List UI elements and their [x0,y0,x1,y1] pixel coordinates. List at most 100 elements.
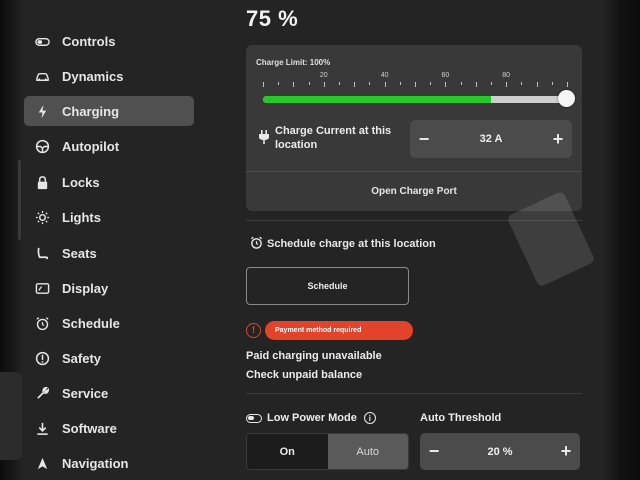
decrease-threshold-button[interactable]: − [420,433,448,470]
charge-current-label: Charge Current at this location [275,125,392,151]
low-power-mode-heading: Low Power Mode i [246,412,376,424]
seat-icon [34,245,50,261]
charge-current-stepper: − 32 A + [410,120,572,158]
sidebar-item-label: Navigation [62,455,129,471]
charge-limit-handle[interactable] [558,90,575,107]
sidebar-item-label: Software [62,420,117,436]
schedule-heading-text: Schedule charge at this location [267,238,436,250]
slider-tick-mark [475,82,477,87]
display-icon [34,280,50,296]
slider-tick-mark [384,82,386,87]
sidebar-item-label: Lights [62,209,101,225]
alert-icon: ! [246,323,261,338]
sidebar-item-autopilot[interactable]: Autopilot [24,131,194,161]
steering-wheel-icon [34,138,50,154]
slider-tick-mark [521,82,523,85]
navigation-arrow-icon [34,455,50,471]
sidebar-item-service[interactable]: Service [24,378,194,408]
slider-tick-mark [354,82,356,87]
slider-tick-mark [369,82,371,85]
slider-tick-mark [339,82,340,85]
charging-card: Charge Limit: 100% 20 40 60 80 Charge Curre… [246,45,582,211]
slider-tick-label: 40 [380,72,389,79]
sidebar-item-label: Charging [62,103,120,119]
plug-icon [258,130,270,144]
sidebar-item-schedule[interactable]: Schedule [24,308,194,338]
battery-percent: 75 % [246,6,299,31]
sidebar-item-label: Controls [62,33,116,49]
sidebar-item-label: Safety [62,350,102,366]
slider-tick-mark [323,82,325,87]
sidebar-item-seats[interactable]: Seats [24,238,194,268]
sidebar-item-dynamics[interactable]: Dynamics [24,61,194,91]
payment-required-badge[interactable]: Payment method required [265,321,413,340]
slider-tick-mark [445,82,447,87]
sidebar-item-label: Service [62,385,109,401]
low-power-mode-selector: On Auto [246,433,409,470]
sidebar-item-label: Seats [62,245,97,261]
auto-threshold-value: 20 % [487,445,513,458]
alert-circle-icon [34,350,50,366]
alarm-clock-icon [34,315,50,331]
section-divider [246,393,582,394]
sun-icon [34,209,50,225]
schedule-button[interactable]: Schedule [246,267,409,305]
low-power-auto-option[interactable]: Auto [327,434,408,469]
slider-tick-mark [551,82,553,85]
lightning-icon [34,103,50,119]
sidebar-item-label: Dynamics [62,68,124,84]
auto-threshold-stepper: − 20 % + [420,433,580,470]
sidebar-item-navigation[interactable]: Navigation [24,448,194,478]
low-power-mode-label: Low Power Mode [267,412,357,424]
charge-limit-slider[interactable] [263,96,567,103]
sidebar-item-lights[interactable]: Lights [24,202,194,232]
slider-tick-label: 20 [319,72,328,79]
lock-icon [34,174,50,190]
decrease-current-button[interactable]: − [410,120,438,158]
scroll-indicator [18,160,21,240]
toggle-icon [246,413,262,423]
sidebar-item-label: Display [62,280,109,296]
download-icon [34,420,50,436]
low-power-on-option[interactable]: On [247,434,328,469]
schedule-heading: Schedule charge at this location [250,236,436,252]
charge-current-value: 32 A [479,133,503,145]
slider-tick-mark [567,82,568,87]
slider-tick-mark [263,82,264,87]
auto-threshold-label: Auto Threshold [420,412,502,424]
wrench-icon [34,385,50,401]
toggle-icon [34,33,50,49]
slider-tick-mark [293,82,295,87]
sidebar-item-locks[interactable]: Locks [24,167,194,197]
sidebar-item-label: Locks [62,174,100,190]
charge-level-fill [263,96,491,103]
slider-tick-mark [399,82,401,85]
slider-tick-mark [278,82,280,85]
increase-current-button[interactable]: + [544,120,572,158]
increase-threshold-button[interactable]: + [552,433,580,470]
charge-limit-label: Charge Limit: 100% [256,58,331,67]
sidebar-item-label: Autopilot [62,138,120,154]
paid-charging-status: Paid charging unavailable [246,350,382,362]
slider-tick-label: 60 [441,72,450,79]
slider-tick-mark [491,82,492,85]
slider-tick-label: 80 [502,72,511,79]
car-icon [34,68,50,84]
sidebar-item-label: Schedule [62,315,120,331]
sidebar-item-display[interactable]: Display [24,273,194,303]
screen-bezel-right [604,0,640,480]
alarm-clock-icon [250,236,267,252]
slider-tick-mark [506,82,508,87]
slider-tick-mark [415,82,416,87]
sidebar-item-safety[interactable]: Safety [24,343,194,373]
unpaid-balance-status: Check unpaid balance [246,369,363,381]
slider-tick-mark [308,82,310,85]
sidebar-item-controls[interactable]: Controls [24,26,194,56]
side-panel-edge [0,372,22,460]
slider-tick-mark [430,82,432,85]
sidebar-item-charging[interactable]: Charging [24,96,194,126]
slider-tick-mark [460,82,462,85]
info-icon[interactable]: i [363,412,376,424]
sidebar-item-software[interactable]: Software [24,413,194,443]
slider-tick-mark [536,82,538,87]
